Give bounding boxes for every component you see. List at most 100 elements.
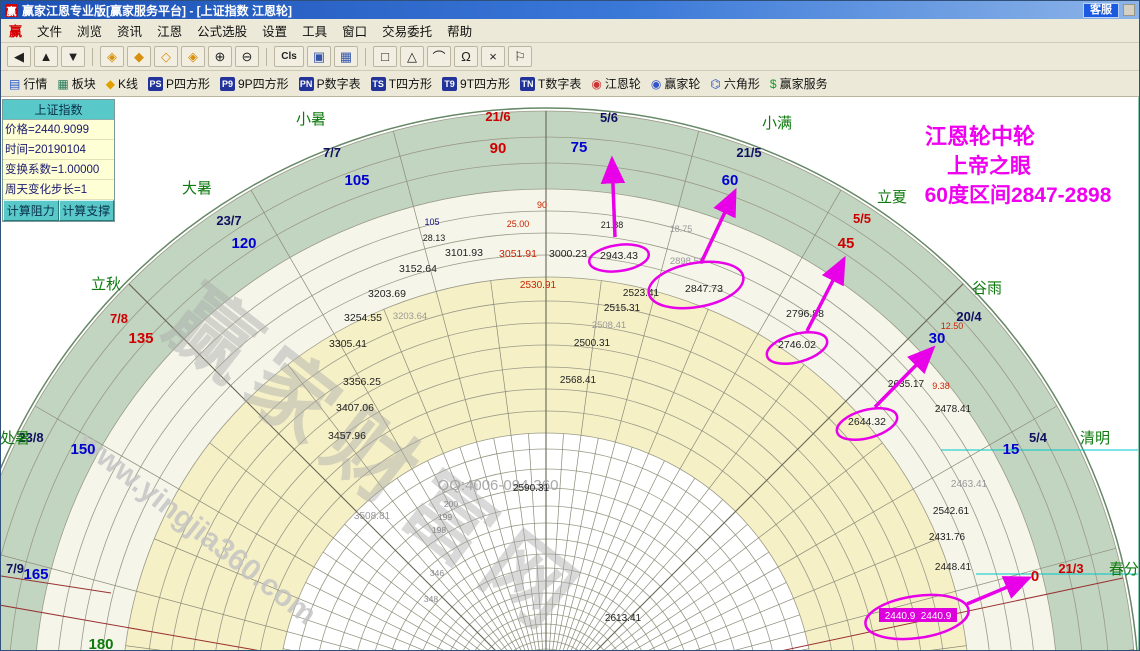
menu-item-6[interactable]: 设置: [262, 21, 287, 40]
degree-label: 15: [1003, 441, 1020, 458]
sector-tab[interactable]: ▦ 板块: [57, 75, 95, 92]
gann-wheel-tab[interactable]: ◉ 江恩轮: [591, 75, 641, 92]
date-label: 7/8: [110, 311, 128, 326]
menu-item-9[interactable]: 交易委托: [382, 21, 432, 40]
9p-square-tab-icon: P9: [219, 76, 235, 91]
annotation-text: 江恩轮中轮: [925, 124, 1035, 149]
window-title: 赢家江恩专业版[赢家服务平台] - [上证指数 江恩轮]: [22, 3, 292, 18]
degree-label: 30: [929, 330, 946, 347]
wheel-value: 21.88: [601, 220, 624, 230]
tool-bar: ◀ ▲ ▼ ◈ ◆ ◇ ◈ ⊕ ⊖ Cls ▣ ▦ □ △ ⌒ Ω × ⚐: [1, 43, 1139, 71]
solar-term-label: 处暑: [1, 430, 30, 447]
hexagon-tab-label: 六角形: [723, 77, 760, 91]
arc-tool-icon[interactable]: ⌒: [427, 46, 451, 67]
cls-button[interactable]: Cls: [274, 46, 304, 67]
menu-item-1[interactable]: 文件: [37, 21, 62, 40]
diamond-small-icon[interactable]: ◈: [100, 46, 124, 67]
wheel-value: 2542.61: [933, 506, 970, 517]
annotation-text: 上帝之眼: [947, 154, 1031, 178]
wheel-value: 3305.41: [329, 338, 367, 350]
zoom-in-icon[interactable]: ⊕: [208, 46, 232, 67]
loop-tool-icon[interactable]: Ω: [454, 46, 478, 67]
wheel-value: 198: [432, 525, 446, 535]
info-row: 时间=20190104: [3, 140, 114, 160]
annotation-text: 60度区间2847-2898: [925, 183, 1112, 207]
wheel-value: 18.75: [670, 224, 693, 234]
gann-wheel-canvas[interactable]: 赢家财富网www.yingjia360.com QQ:4006-094-36090…: [1, 97, 1140, 651]
t-table-tab[interactable]: TN T数字表: [520, 75, 581, 92]
wheel-value: 3051.91: [499, 248, 537, 260]
kline-tab[interactable]: ◆ K线: [106, 75, 138, 92]
clear-tool-icon[interactable]: ⚐: [508, 46, 532, 67]
degree-label: 180: [88, 636, 113, 651]
menu-item-5[interactable]: 公式选股: [197, 21, 247, 40]
solar-term-label: 小满: [762, 115, 792, 132]
9t-square-tab-icon: T9: [442, 76, 458, 91]
wheel-value: 3407.06: [336, 402, 374, 414]
wheel-value: 2613.41: [605, 613, 642, 624]
down-icon[interactable]: ▼: [61, 46, 85, 67]
t-square-tab[interactable]: TS T四方形: [370, 75, 433, 92]
toolbar-separator: [365, 47, 366, 66]
diamond-dot-icon[interactable]: ◈: [181, 46, 205, 67]
wheel-value: 2463.41: [951, 479, 988, 490]
winner-service-tab-label: 赢家服务: [779, 77, 828, 91]
solar-term-label: 立夏: [877, 189, 907, 206]
degree-label: 45: [838, 235, 855, 252]
degree-label: 60: [722, 172, 739, 189]
quote-tab-icon: ▤: [9, 76, 21, 91]
wheel-value: 2431.76: [929, 532, 966, 543]
degree-label: 120: [231, 235, 256, 252]
solar-term-label: 立秋: [91, 276, 121, 293]
app-logo-icon: 赢: [5, 3, 18, 18]
date-label: 5/4: [1029, 430, 1048, 445]
chart-window-icon[interactable]: ▣: [307, 46, 331, 67]
t-table-tab-icon: TN: [520, 76, 536, 91]
up-icon[interactable]: ▲: [34, 46, 58, 67]
menu-item-8[interactable]: 窗口: [342, 21, 367, 40]
menu-item-4[interactable]: 江恩: [157, 21, 182, 40]
index-info-panel: 上证指数 价格=2440.9099 时间=20190104 变换系数=1.00000…: [2, 99, 115, 222]
rect-tool-icon[interactable]: □: [373, 46, 397, 67]
zoom-out-icon[interactable]: ⊖: [235, 46, 259, 67]
cross-tool-icon[interactable]: ×: [481, 46, 505, 67]
calc-resistance-button[interactable]: 计算阻力: [3, 200, 59, 221]
9t-square-tab[interactable]: T9 9T四方形: [442, 75, 510, 92]
diamond-outline-icon[interactable]: ◇: [154, 46, 178, 67]
quote-tab[interactable]: ▤ 行情: [9, 75, 47, 92]
menu-item-3[interactable]: 资讯: [117, 21, 142, 40]
diamond-icon[interactable]: ◆: [127, 46, 151, 67]
wheel-value: 3508.81: [354, 511, 391, 522]
winner-wheel-tab[interactable]: ◉ 赢家轮: [651, 75, 701, 92]
window-control-icon[interactable]: [1123, 4, 1135, 16]
9p-square-tab[interactable]: P9 9P四方形: [219, 75, 289, 92]
calc-support-button[interactable]: 计算支撑: [58, 200, 114, 221]
quote-tab-label: 行情: [23, 77, 48, 91]
index-name-label: 上证指数: [3, 100, 114, 120]
menu-item-10[interactable]: 帮助: [447, 21, 472, 40]
winner-service-tab[interactable]: $ 赢家服务: [770, 75, 828, 92]
triangle-tool-icon[interactable]: △: [400, 46, 424, 67]
hexagon-tab-icon: ⌬: [710, 76, 721, 91]
wheel-value: 3457.96: [328, 430, 366, 442]
wheel-value: 3203.64: [393, 311, 427, 322]
p-table-tab[interactable]: PN P数字表: [298, 75, 361, 92]
menu-item-2[interactable]: 浏览: [77, 21, 102, 40]
wheel-value: 200: [444, 499, 458, 509]
layout-icon[interactable]: ▦: [334, 46, 358, 67]
menu-item-7[interactable]: 工具: [302, 21, 327, 40]
p-square-tab[interactable]: PS P四方形: [147, 75, 210, 92]
winner-wheel-tab-label: 赢家轮: [664, 77, 701, 91]
wheel-value: 2500.31: [574, 338, 611, 349]
support-button[interactable]: 客服: [1083, 2, 1119, 18]
solar-term-label: 清明: [1080, 430, 1110, 447]
wheel-value: 2440.9: [921, 611, 952, 622]
wheel-value: 2590.31: [513, 483, 550, 494]
wheel-value: 3152.64: [399, 263, 437, 275]
wheel-value: 2478.41: [935, 404, 972, 415]
back-icon[interactable]: ◀: [7, 46, 31, 67]
hexagon-tab[interactable]: ⌬ 六角形: [710, 75, 760, 92]
wheel-value: 2440.9: [885, 611, 916, 622]
t-table-tab-label: T数字表: [538, 77, 582, 91]
t-square-tab-label: T四方形: [388, 77, 433, 91]
